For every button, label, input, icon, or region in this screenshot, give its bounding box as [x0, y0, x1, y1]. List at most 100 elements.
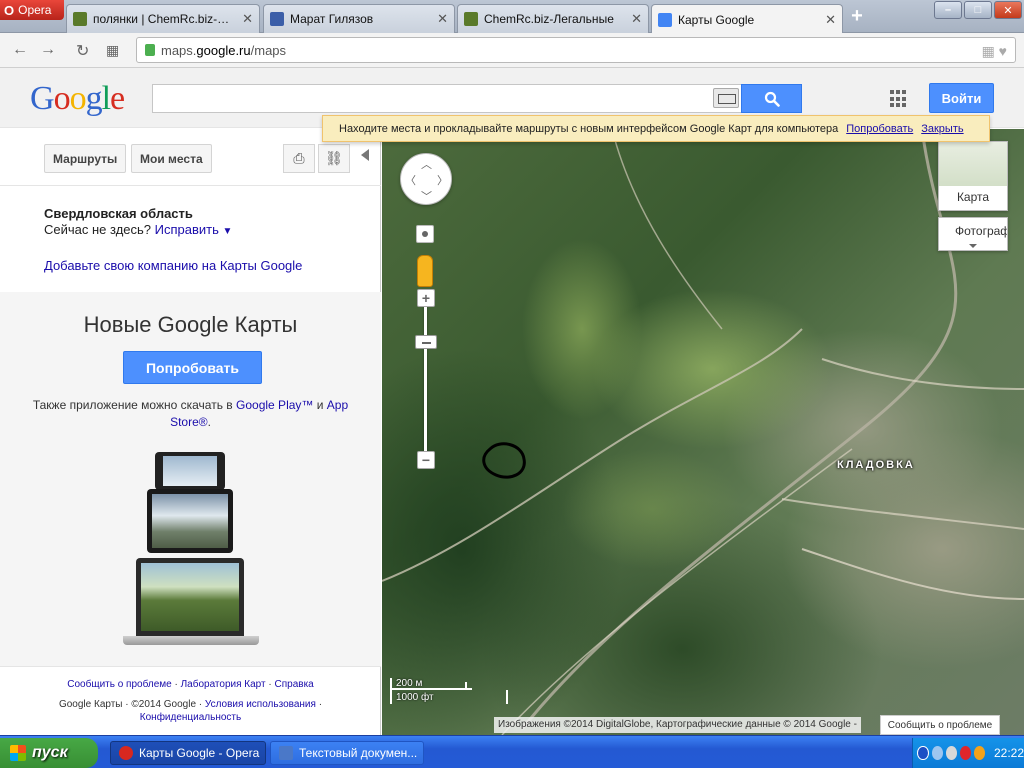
- region-name: Свердловская область: [44, 206, 193, 221]
- browser-tab[interactable]: полянки | ChemRc.biz-Легальные ✕: [66, 4, 260, 33]
- taskbar-item-opera[interactable]: Карты Google - Opera: [110, 741, 266, 765]
- scale-metric: 200 м: [390, 678, 472, 690]
- signin-button[interactable]: Войти: [929, 83, 994, 113]
- satellite-map[interactable]: ︿ ﹀ 〈 〉 + − Карта Фотографии КЛАДОВКА 20…: [382, 129, 1024, 735]
- google-play-link[interactable]: Google Play™: [236, 398, 313, 412]
- footer-copyright: ©2014 Google: [131, 699, 197, 710]
- antivirus-icon[interactable]: [959, 746, 971, 760]
- pegman-street-view-icon[interactable]: [417, 255, 433, 287]
- my-location-icon[interactable]: [416, 225, 434, 243]
- pan-right-icon[interactable]: 〉: [437, 172, 448, 188]
- scale-tick: [465, 682, 467, 690]
- laptop-device-image: [136, 558, 244, 636]
- clock[interactable]: 22:22: [994, 746, 1024, 760]
- maps-search-input[interactable]: [152, 84, 742, 113]
- tab-close-icon[interactable]: ✕: [242, 11, 253, 27]
- routes-button[interactable]: Маршруты: [44, 144, 127, 173]
- close-window-icon[interactable]: ✕: [994, 1, 1022, 19]
- link-icon[interactable]: ⛓: [318, 144, 350, 173]
- maximize-icon[interactable]: □: [964, 1, 992, 19]
- satellite-view-button[interactable]: Фотографии: [938, 217, 1008, 251]
- url-domain: google.ru: [196, 42, 251, 58]
- report-problem-button[interactable]: Сообщить о проблеме: [880, 715, 1000, 735]
- bookmark-heart-icon[interactable]: ▦ ♥: [982, 43, 1007, 60]
- network-icon[interactable]: [931, 746, 943, 760]
- chemrc-favicon-icon: [464, 12, 478, 26]
- new-maps-promo: Новые Google Карты Попробовать Также при…: [0, 292, 381, 666]
- keyboard-icon[interactable]: [713, 88, 739, 108]
- map-view-button[interactable]: Карта: [938, 141, 1008, 211]
- pan-up-icon[interactable]: ︿: [421, 156, 432, 172]
- add-business-link[interactable]: Добавьте свою компанию на Карты Google: [44, 258, 302, 273]
- google-logo[interactable]: Google: [30, 80, 125, 118]
- zoom-slider-handle[interactable]: [415, 335, 437, 349]
- browser-tab[interactable]: ChemRc.biz-Легальные ✕: [457, 4, 649, 33]
- privacy-link[interactable]: Конфиденциальность: [140, 712, 241, 723]
- left-panel: Маршруты Мои места ⎙ ⛓ Свердловская обла…: [0, 129, 381, 735]
- volume-icon[interactable]: [945, 746, 957, 760]
- fix-location-link[interactable]: Исправить: [155, 222, 219, 237]
- phone-device-image: [155, 452, 225, 490]
- new-tab-plus-icon[interactable]: +: [846, 6, 868, 27]
- chevron-down-icon: [969, 244, 977, 248]
- tab-title: Карты Google: [678, 12, 755, 27]
- promo-text: Также приложение можно скачать в Google …: [32, 398, 349, 429]
- zoom-slider-track[interactable]: [424, 299, 427, 459]
- footer-links: Сообщить о проблеме · Лаборатория Карт ·…: [67, 679, 314, 690]
- help-link[interactable]: Справка: [275, 679, 314, 690]
- tab-close-icon[interactable]: ✕: [825, 12, 836, 28]
- url-field[interactable]: maps. google.ru /maps ▦ ♥: [136, 37, 1016, 63]
- my-places-button[interactable]: Мои места: [131, 144, 212, 173]
- zoom-in-icon[interactable]: +: [417, 289, 435, 307]
- taskbar-item-notepad[interactable]: Текстовый докумен...: [270, 741, 424, 765]
- divider: [0, 185, 381, 186]
- opera-menu-button[interactable]: O Opera: [0, 0, 64, 20]
- forward-arrow-icon[interactable]: →: [40, 41, 56, 59]
- window-controls: – □ ✕: [932, 1, 1022, 19]
- tab-title: полянки | ChemRc.biz-Легальные: [93, 12, 236, 26]
- report-problem-link[interactable]: Сообщить о проблеме: [67, 679, 171, 690]
- screen: O Opera полянки | ChemRc.biz-Легальные ✕…: [0, 0, 1024, 768]
- start-button[interactable]: пуск: [0, 738, 98, 768]
- tab-close-icon[interactable]: ✕: [437, 11, 448, 27]
- taskbar-item-title: Текстовый докумен...: [299, 746, 418, 760]
- location-correction: Сейчас не здесь? Исправить ▼: [44, 222, 232, 237]
- new-maps-notice: Находите места и прокладывайте маршруты …: [322, 115, 990, 142]
- pan-left-icon[interactable]: 〈: [405, 172, 416, 188]
- browser-tab-bar: O Opera полянки | ChemRc.biz-Легальные ✕…: [0, 0, 1024, 34]
- opera-menu-label: Opera: [18, 3, 52, 17]
- speed-dial-grid-icon[interactable]: ▦: [106, 42, 119, 59]
- not-here-text: Сейчас не здесь?: [44, 222, 152, 237]
- map-scale: 200 м 1000 фт: [390, 678, 508, 708]
- chemrc-favicon-icon: [73, 12, 87, 26]
- tray-arrow-icon[interactable]: [917, 746, 929, 760]
- collapse-panel-icon[interactable]: [361, 149, 369, 161]
- notice-try-link[interactable]: Попробовать: [846, 123, 913, 135]
- pan-down-icon[interactable]: ﹀: [421, 188, 432, 204]
- update-icon[interactable]: [973, 746, 985, 760]
- notice-close-link[interactable]: Закрыть: [921, 123, 963, 135]
- tab-title: ChemRc.biz-Легальные: [484, 12, 614, 26]
- divider: [0, 666, 381, 667]
- apps-grid-icon[interactable]: [890, 90, 908, 108]
- windows-taskbar: пуск Карты Google - Opera Текстовый доку…: [0, 735, 1024, 768]
- reload-icon[interactable]: ↻: [76, 41, 89, 61]
- zoom-out-icon[interactable]: −: [417, 451, 435, 469]
- browser-tab[interactable]: Марат Гилязов ✕: [263, 4, 455, 33]
- minimize-icon[interactable]: –: [934, 1, 962, 19]
- dropdown-triangle-icon[interactable]: ▼: [223, 226, 233, 237]
- scale-imperial: 1000 фт: [390, 690, 508, 704]
- footer-legal: Google Карты · ©2014 Google · Условия ис…: [58, 699, 323, 723]
- laptop-base-image: [123, 636, 259, 645]
- print-icon[interactable]: ⎙: [283, 144, 315, 173]
- terms-link[interactable]: Условия использования: [205, 699, 316, 710]
- media-favicon-icon: [270, 12, 284, 26]
- try-new-maps-button[interactable]: Попробовать: [123, 351, 262, 384]
- maps-labs-link[interactable]: Лаборатория Карт: [181, 679, 266, 690]
- back-arrow-icon[interactable]: ←: [12, 41, 28, 59]
- search-button[interactable]: [741, 84, 802, 113]
- opera-logo-icon: O: [4, 2, 15, 18]
- browser-tab-active[interactable]: Карты Google ✕: [651, 4, 843, 34]
- tab-close-icon[interactable]: ✕: [631, 11, 642, 27]
- pan-control[interactable]: ︿ ﹀ 〈 〉: [400, 153, 452, 205]
